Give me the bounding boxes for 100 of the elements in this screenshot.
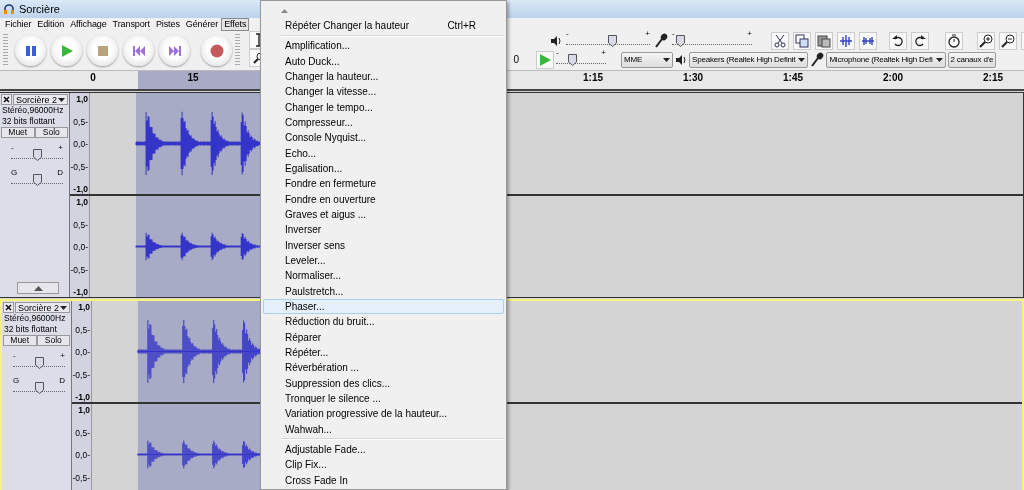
cut-button[interactable] [771,31,789,50]
slider-thumb[interactable] [608,35,618,47]
menu-item[interactable]: Inverser sens [263,237,504,253]
track-info: 32 bits flottant [3,324,58,335]
slider-thumb[interactable] [35,382,44,394]
scale-label: 0,0- [75,347,90,357]
transport-button[interactable] [201,35,232,66]
microphone-icon [810,51,825,68]
menu-item[interactable]: Clip Fix... [263,457,504,473]
menu-item[interactable]: Générer [182,18,222,31]
gain-slider[interactable]: - + [11,146,63,163]
host-dropdown[interactable]: MME [621,51,673,68]
close-icon [5,304,12,311]
transport-button[interactable] [51,35,82,66]
copy-button[interactable] [793,31,811,50]
track-name-button[interactable]: Sorcière 2 [13,94,68,105]
transport-button[interactable] [123,35,154,66]
pan-slider[interactable]: G D [11,171,63,188]
menu-item[interactable]: Variation progressive de la hauteur... [263,406,504,422]
menu-item[interactable]: Phaser... [263,298,504,315]
gain-slider[interactable]: - + [13,354,65,371]
menu-item[interactable]: Compresseur... [263,114,504,131]
menu-item[interactable]: Echo... [263,145,504,161]
track-button[interactable]: Muet [1,127,35,138]
scale-label: 0,5- [73,219,88,230]
undo-button[interactable] [889,31,907,50]
ruler-label: 2:00 [882,71,904,85]
scale-label: -1,0 [73,287,88,297]
triangle-up-icon [33,285,43,291]
track-name-button[interactable]: Sorcière 2 [15,302,70,313]
transport-button[interactable] [15,35,46,66]
zoom-out-button[interactable] [999,31,1017,50]
menu-item[interactable]: Répéter... [263,344,504,361]
input-volume-slider[interactable]: - + [672,32,752,49]
output-volume-slider[interactable]: - + [566,32,650,49]
track-button[interactable]: Solo [36,335,70,346]
track-info: 32 bits flottant [1,116,56,127]
menu-item[interactable]: Paulstretch... [263,283,504,299]
menu-item[interactable]: Fondre en ouverture [263,191,504,207]
menu-item[interactable]: Pistes [152,18,183,31]
timer-button[interactable] [945,31,963,50]
slider-thumb[interactable] [35,357,44,369]
redo-button[interactable] [911,31,929,50]
collapse-button[interactable] [17,282,59,294]
caret-icon [60,305,67,310]
close-button[interactable] [1,94,12,105]
menu-item[interactable]: Amplification... [263,38,504,54]
trim-button[interactable] [837,31,855,50]
input-device-dropdown[interactable]: Microphone (Realtek High Defi [826,51,946,68]
track-button[interactable]: Muet [3,335,37,346]
menu-item[interactable]: Changer la hauteur... [263,69,504,85]
menu-item[interactable]: Réduction du bruit... [263,314,504,330]
menu-item[interactable]: Wahwah... [263,421,504,437]
close-button[interactable] [3,302,14,313]
pan-slider[interactable]: G D [13,379,65,396]
menu-item[interactable]: Tronquer le silence ... [263,390,504,407]
track-button[interactable]: Solo [34,127,68,138]
menu-item[interactable]: Fichier [2,18,35,31]
menu-item[interactable]: Edition [34,18,68,31]
menu-item[interactable]: Changer le tempo... [263,99,504,115]
menu-item[interactable]: Transport [109,18,153,31]
scale-label: 1,0 [78,405,90,415]
menu-item[interactable]: Egalisation... [263,160,504,177]
ruler-label: 1:15 [582,71,604,85]
menu-item[interactable]: Cross Fade In [263,472,504,488]
menu-item[interactable]: Fondre en fermeture [263,176,504,192]
menu-item[interactable]: Console Nyquist... [263,130,504,146]
menu-item[interactable]: Réparer [263,329,504,345]
slider-max-label: + [747,29,752,38]
ruler-label: 0 [89,71,97,85]
menu-item[interactable]: Affichage [67,18,110,31]
menu-item[interactable]: Auto Duck... [263,53,504,69]
scroll-up-icon[interactable] [281,8,288,13]
paste-button[interactable] [815,31,833,50]
ruler-label: 15 [186,71,200,85]
slider-thumb[interactable] [33,149,42,161]
transport-button[interactable] [159,35,190,66]
channels-dropdown[interactable]: 2 canaux d'e [947,51,997,68]
menu-item[interactable]: Leveler... [263,252,504,269]
menu-item[interactable]: Inverser [263,222,504,238]
slider-thumb[interactable] [33,174,42,186]
menu-item[interactable]: Adjustable Fade... [263,441,504,458]
speed-slider[interactable]: - + [556,51,606,68]
menu-item[interactable]: Normaliser... [263,268,504,284]
slider-thumb[interactable] [568,54,577,66]
speaker-icon [675,53,687,66]
menu-item[interactable]: Suppression des clics... [263,375,504,391]
menu-item[interactable]: Changer la vitesse... [263,84,504,100]
menu-item[interactable]: Effets [221,18,250,31]
zoom-out-icon [1001,33,1015,48]
caret-icon [798,57,806,62]
shortcut-label: Ctrl+R [447,20,476,32]
menu-item[interactable]: Réverbération ... [263,360,504,376]
output-device-dropdown[interactable]: Speakers (Realtek High Definit [689,51,809,68]
slider-thumb[interactable] [676,35,685,47]
menu-item[interactable]: Graves et aigus ... [263,206,504,223]
menu-item[interactable]: Répéter Changer la hauteur Ctrl+R [263,18,504,34]
scale-label: 0,5- [73,116,88,127]
zoom-in-button[interactable] [977,31,995,50]
silence-button[interactable] [859,31,877,50]
